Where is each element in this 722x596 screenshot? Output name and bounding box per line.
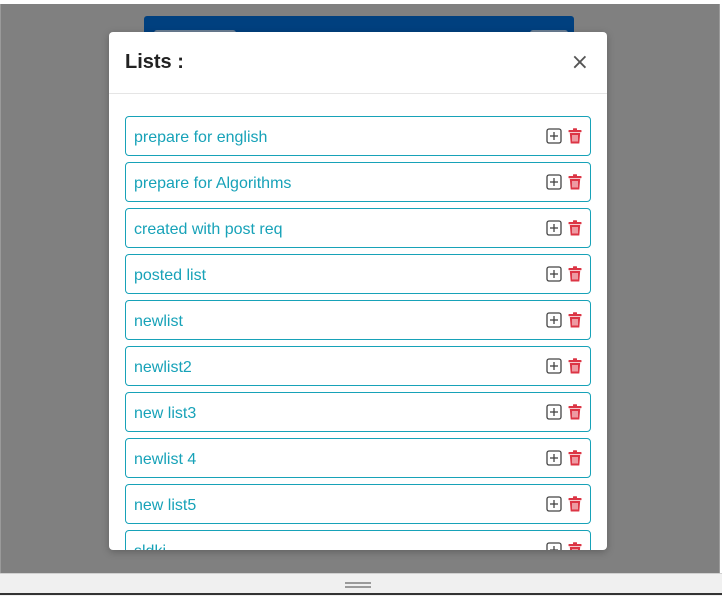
- trash-icon[interactable]: [568, 450, 582, 466]
- list-item-actions: [546, 266, 582, 282]
- list-item-label[interactable]: created with post req: [134, 218, 283, 239]
- list-item[interactable]: newlist: [125, 300, 591, 340]
- list-item[interactable]: prepare for Algorithms: [125, 162, 591, 202]
- list-item[interactable]: created with post req: [125, 208, 591, 248]
- list-item-actions: [546, 542, 582, 550]
- list-item-label[interactable]: posted list: [134, 264, 206, 285]
- list-item-actions: [546, 128, 582, 144]
- list-item-label[interactable]: prepare for english: [134, 126, 267, 147]
- plus-square-icon[interactable]: [546, 174, 562, 190]
- trash-icon[interactable]: [568, 128, 582, 144]
- list-item-label[interactable]: newlist: [134, 310, 183, 331]
- plus-square-icon[interactable]: [546, 128, 562, 144]
- list-item[interactable]: prepare for english: [125, 116, 591, 156]
- list-item[interactable]: new list5: [125, 484, 591, 524]
- trash-icon[interactable]: [568, 174, 582, 190]
- trash-icon[interactable]: [568, 358, 582, 374]
- trash-icon[interactable]: [568, 266, 582, 282]
- list-item[interactable]: newlist 4: [125, 438, 591, 478]
- list-item-actions: [546, 404, 582, 420]
- list-item-actions: [546, 174, 582, 190]
- plus-square-icon[interactable]: [546, 542, 562, 550]
- plus-square-icon[interactable]: [546, 450, 562, 466]
- list-item[interactable]: sldki: [125, 530, 591, 550]
- plus-square-icon[interactable]: [546, 496, 562, 512]
- list-item[interactable]: posted list: [125, 254, 591, 294]
- list-item-actions: [546, 358, 582, 374]
- close-button[interactable]: ×: [571, 51, 589, 74]
- list-item[interactable]: new list3: [125, 392, 591, 432]
- trash-icon[interactable]: [568, 312, 582, 328]
- list-item[interactable]: newlist2: [125, 346, 591, 386]
- list-item-actions: [546, 312, 582, 328]
- modal-header: Lists : ×: [109, 32, 607, 94]
- list-item-label[interactable]: newlist 4: [134, 448, 196, 469]
- list-item-label[interactable]: prepare for Algorithms: [134, 172, 291, 193]
- list-item-actions: [546, 450, 582, 466]
- trash-icon[interactable]: [568, 404, 582, 420]
- list-item-label[interactable]: new list3: [134, 402, 196, 423]
- plus-square-icon[interactable]: [546, 358, 562, 374]
- list-item-actions: [546, 496, 582, 512]
- lists-container: prepare for english prepare for Algorithm…: [109, 94, 607, 550]
- modal-title: Lists :: [125, 51, 184, 73]
- lists-modal: Lists : × prepare for english prepare for…: [109, 32, 607, 550]
- plus-square-icon[interactable]: [546, 266, 562, 282]
- list-item-label[interactable]: newlist2: [134, 356, 192, 377]
- trash-icon[interactable]: [568, 496, 582, 512]
- trash-icon[interactable]: [568, 220, 582, 236]
- plus-square-icon[interactable]: [546, 404, 562, 420]
- trash-icon[interactable]: [568, 542, 582, 550]
- list-item-label[interactable]: new list5: [134, 494, 196, 515]
- plus-square-icon[interactable]: [546, 312, 562, 328]
- list-item-label[interactable]: sldki: [134, 540, 166, 551]
- resize-handle[interactable]: [345, 582, 371, 588]
- plus-square-icon[interactable]: [546, 220, 562, 236]
- list-item-actions: [546, 220, 582, 236]
